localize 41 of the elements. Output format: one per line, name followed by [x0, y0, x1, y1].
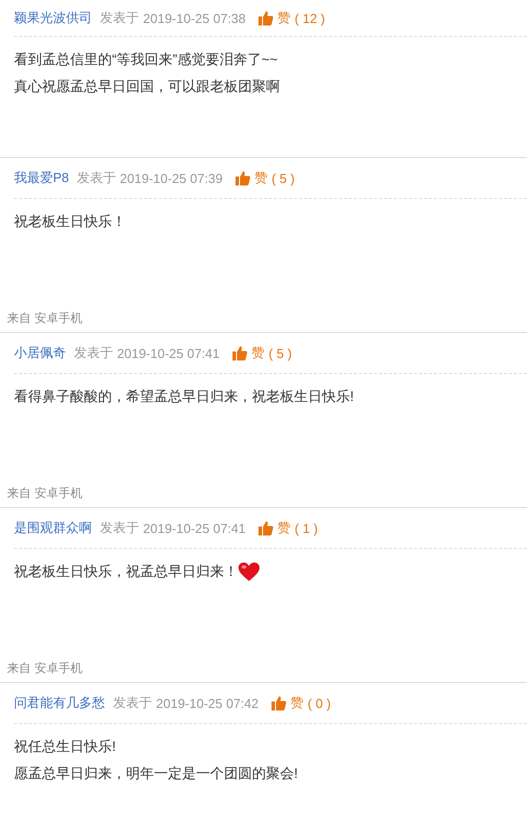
- posted-label: 发表于: [100, 9, 139, 27]
- like-link[interactable]: 赞: [290, 694, 304, 712]
- post-time: 2019-10-25 07:41: [117, 346, 220, 360]
- thumbs-up-icon[interactable]: [232, 345, 248, 361]
- post-time: 2019-10-25 07:41: [143, 520, 246, 536]
- posted-label: 发表于: [76, 169, 116, 187]
- post-source: 来自 安卓手机: [7, 660, 82, 677]
- thumbs-up-icon[interactable]: [258, 10, 274, 26]
- username-link[interactable]: 是围观群众啊: [14, 519, 92, 537]
- post-source: 来自 安卓手机: [7, 485, 82, 502]
- thumbs-up-icon[interactable]: [270, 695, 287, 711]
- posted-label: 发表于: [74, 344, 113, 362]
- post-time: 2019-10-25 07:42: [156, 696, 259, 710]
- like-link[interactable]: 赞: [278, 519, 291, 537]
- username-link[interactable]: 问君能有几多愁: [14, 694, 105, 712]
- comment-text: 看到孟总信里的“等我回来”感觉要泪奔了~~: [14, 50, 278, 69]
- heart-icon: [238, 562, 260, 582]
- comment-text: 祝老板生日快乐，祝孟总早日归来！: [14, 562, 238, 581]
- post-time: 2019-10-25 07:39: [120, 170, 223, 186]
- username-link[interactable]: 小居佩奇: [14, 344, 66, 362]
- like-count: ( 1 ): [294, 520, 318, 536]
- comment-text: 真心祝愿孟总早日回国，可以跟老板团聚啊: [14, 77, 280, 96]
- like-link[interactable]: 赞: [278, 9, 291, 27]
- post-time: 2019-10-25 07:38: [143, 10, 246, 26]
- comment-text: 看得鼻子酸酸的，希望孟总早日归来，祝老板生日快乐!: [14, 387, 354, 406]
- comment-text: 祝老板生日快乐！: [14, 212, 126, 231]
- thumbs-up-icon[interactable]: [258, 520, 274, 536]
- posted-label: 发表于: [100, 519, 139, 537]
- username-link[interactable]: 我最爱P8: [14, 169, 69, 187]
- like-count: ( 5 ): [268, 346, 292, 360]
- like-count: ( 5 ): [272, 170, 295, 186]
- posted-label: 发表于: [113, 694, 152, 712]
- like-count: ( 12 ): [294, 10, 325, 26]
- thumbs-up-icon[interactable]: [234, 170, 251, 186]
- like-count: ( 0 ): [308, 696, 331, 710]
- username-link[interactable]: 颖果光波供司: [14, 9, 92, 27]
- like-link[interactable]: 赞: [254, 169, 268, 187]
- comment-text: 祝任总生日快乐!: [14, 737, 116, 756]
- like-link[interactable]: 赞: [252, 344, 265, 362]
- comment-text: 愿孟总早日归来，明年一定是一个团圆的聚会!: [14, 764, 298, 783]
- post-source: 来自 安卓手机: [7, 310, 82, 327]
